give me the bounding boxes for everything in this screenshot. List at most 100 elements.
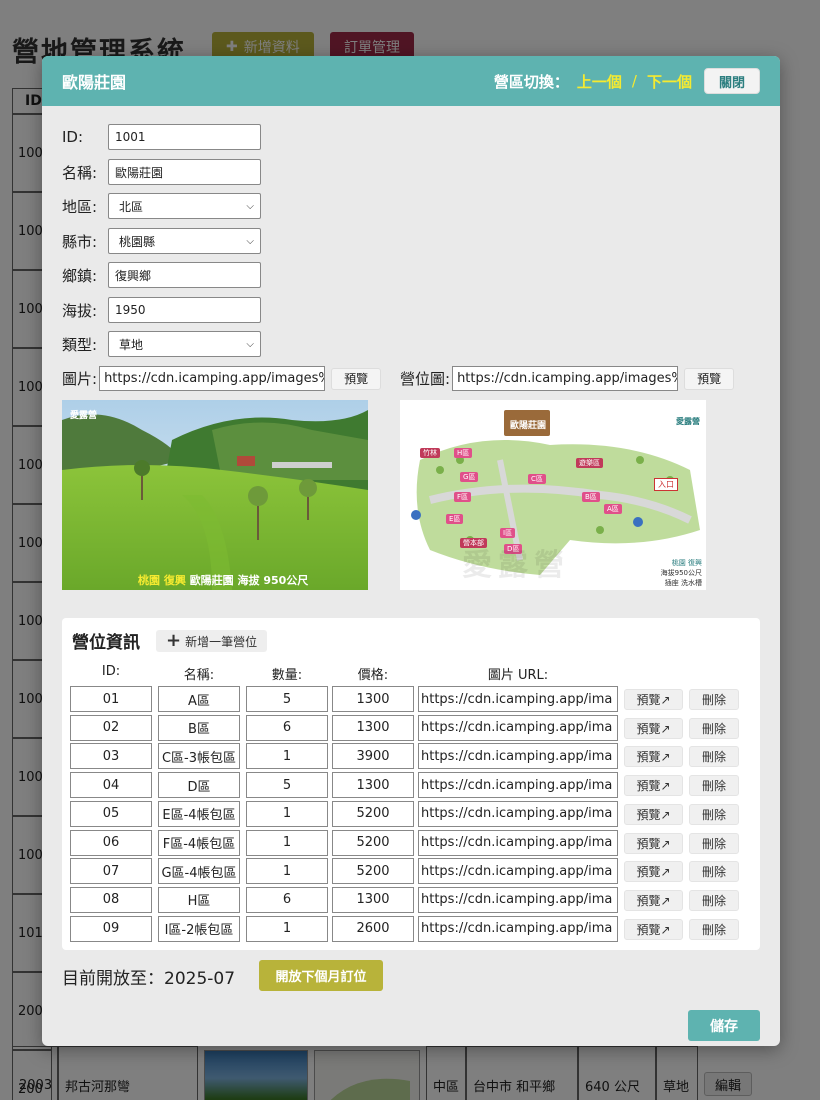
city-select[interactable]: 桃園縣 ⌵ <box>108 228 261 254</box>
camp-price-field[interactable]: 1300 <box>332 686 414 712</box>
camp-switch-label: 營區切換： <box>493 72 569 91</box>
camp-price-field[interactable]: 1300 <box>332 714 414 741</box>
region-label: 地區: <box>62 197 98 216</box>
col-header-price: 價格: <box>357 668 389 683</box>
map-zone-label: H區 <box>454 448 473 458</box>
prev-camp-link[interactable]: 上一個 <box>577 71 622 92</box>
camp-image-url-field[interactable]: https://cdn.icamping.app/ima <box>418 800 618 827</box>
camp-id-field[interactable]: 08 <box>70 886 152 913</box>
map-preview-button[interactable]: 預覽 <box>684 367 735 390</box>
camp-price-field[interactable]: 1300 <box>332 886 414 913</box>
city-label: 縣市: <box>62 232 98 251</box>
camp-name-field[interactable]: A區 <box>158 686 240 712</box>
camp-image-url-field[interactable]: https://cdn.icamping.app/ima <box>418 714 618 741</box>
type-row: 類型: 草地 ⌵ <box>62 331 261 357</box>
camp-image-url-field[interactable]: https://cdn.icamping.app/ima <box>418 858 618 885</box>
close-button[interactable]: 關閉 <box>703 68 760 94</box>
camp-delete-button[interactable]: 刪除 <box>689 832 739 854</box>
camp-delete-button[interactable]: 刪除 <box>689 775 739 797</box>
type-select[interactable]: 草地 ⌵ <box>108 331 261 357</box>
altitude-field[interactable]: 1950 <box>108 297 261 323</box>
camp-quantity-field[interactable]: 1 <box>246 743 328 770</box>
add-camp-site-button[interactable]: + 新增一筆營位 <box>156 630 268 652</box>
camp-delete-button[interactable]: 刪除 <box>689 717 739 739</box>
camp-preview-button[interactable]: 預覽↗ <box>624 717 683 739</box>
camp-delete-button[interactable]: 刪除 <box>689 689 739 710</box>
camp-id-field[interactable]: 09 <box>70 915 152 942</box>
camp-preview-button[interactable]: 預覽↗ <box>624 746 683 768</box>
camp-name-field[interactable]: G區-4帳包區 <box>158 858 240 885</box>
camp-id-field[interactable]: 05 <box>70 800 152 827</box>
photo-caption-town: 復興 <box>163 574 186 587</box>
col-header-image-url: 圖片 URL: <box>487 668 549 683</box>
town-field[interactable]: 復興鄉 <box>108 262 261 288</box>
camp-preview-button[interactable]: 預覽↗ <box>624 689 683 710</box>
camp-name-field[interactable]: I區-2帳包區 <box>158 915 240 942</box>
camp-quantity-field[interactable]: 6 <box>246 714 328 741</box>
camp-preview-button[interactable]: 預覽↗ <box>624 918 683 940</box>
camp-preview-button[interactable]: 預覽↗ <box>624 803 683 825</box>
map-zone-label: E區 <box>446 514 464 524</box>
camp-preview-button[interactable]: 預覽↗ <box>624 861 683 883</box>
camp-id-field[interactable]: 01 <box>70 686 152 712</box>
camp-image-url-field[interactable]: https://cdn.icamping.app/ima <box>418 772 618 799</box>
city-row: 縣市: 桃園縣 ⌵ <box>62 228 261 254</box>
map-area-label: 遊樂區 <box>576 458 603 468</box>
save-button[interactable]: 儲存 <box>688 1010 760 1041</box>
camp-name-field[interactable]: B區 <box>158 714 240 741</box>
camp-price-field[interactable]: 3900 <box>332 743 414 770</box>
camp-preview-button[interactable]: 預覽↗ <box>624 775 683 797</box>
camp-price-field[interactable]: 5200 <box>332 800 414 827</box>
id-field[interactable]: 1001 <box>108 124 261 150</box>
camp-name-field[interactable]: H區 <box>158 886 240 913</box>
camp-price-field[interactable]: 5200 <box>332 858 414 885</box>
camp-quantity-field[interactable]: 1 <box>246 800 328 827</box>
camp-name-field[interactable]: E區-4帳包區 <box>158 800 240 827</box>
modal-header: 歐陽莊園 營區切換： 上一個 / 下一個 關閉 <box>42 56 780 106</box>
camp-price-field[interactable]: 5200 <box>332 829 414 856</box>
open-next-month-button[interactable]: 開放下個月訂位 <box>259 960 383 991</box>
camp-quantity-field[interactable]: 5 <box>246 772 328 799</box>
camp-price-field[interactable]: 2600 <box>332 915 414 942</box>
camp-delete-button[interactable]: 刪除 <box>689 746 739 768</box>
image-url-row: 圖片: https://cdn.icamping.app/images% 預覽 <box>62 366 382 391</box>
camp-price-field[interactable]: 1300 <box>332 772 414 799</box>
camp-delete-button[interactable]: 刪除 <box>689 918 739 940</box>
map-info-location: 桃園 復興 <box>671 559 702 567</box>
camp-image-url-field[interactable]: https://cdn.icamping.app/ima <box>418 743 618 770</box>
camp-name-field[interactable]: C區-3帳包區 <box>158 743 240 770</box>
camp-name-field[interactable]: D區 <box>158 772 240 799</box>
map-url-field[interactable]: https://cdn.icamping.app/images% <box>452 366 679 391</box>
camp-preview-button[interactable]: 預覽↗ <box>624 889 683 911</box>
map-area-label: 竹林 <box>420 448 440 458</box>
image-url-field[interactable]: https://cdn.icamping.app/images% <box>99 366 326 391</box>
camp-quantity-field[interactable]: 1 <box>246 915 328 942</box>
camp-id-field[interactable]: 07 <box>70 858 152 885</box>
camp-delete-button[interactable]: 刪除 <box>689 889 739 911</box>
camp-quantity-field[interactable]: 6 <box>246 886 328 913</box>
photo-caption-text: 歐陽莊園 海拔 950公尺 <box>189 574 309 587</box>
camp-delete-button[interactable]: 刪除 <box>689 803 739 825</box>
image-preview-button[interactable]: 預覽 <box>331 367 382 390</box>
col-header-id: ID: <box>101 664 121 679</box>
id-label: ID: <box>62 128 84 146</box>
camp-image-url-field[interactable]: https://cdn.icamping.app/ima <box>418 686 618 712</box>
camp-id-field[interactable]: 03 <box>70 743 152 770</box>
camp-id-field[interactable]: 02 <box>70 714 152 741</box>
camp-delete-button[interactable]: 刪除 <box>689 861 739 883</box>
name-field[interactable]: 歐陽莊園 <box>108 159 261 185</box>
camp-quantity-field[interactable]: 5 <box>246 686 328 712</box>
camp-quantity-field[interactable]: 1 <box>246 858 328 885</box>
region-select[interactable]: 北區 ⌵ <box>108 193 261 219</box>
camp-preview-button[interactable]: 預覽↗ <box>624 832 683 854</box>
camp-image-url-field[interactable]: https://cdn.icamping.app/ima <box>418 829 618 856</box>
camp-id-field[interactable]: 04 <box>70 772 152 799</box>
camp-quantity-field[interactable]: 1 <box>246 829 328 856</box>
camp-image-url-field[interactable]: https://cdn.icamping.app/ima <box>418 915 618 942</box>
camp-image-url-field[interactable]: https://cdn.icamping.app/ima <box>418 886 618 913</box>
camp-name-field[interactable]: F區-4帳包區 <box>158 829 240 856</box>
map-legend: 插座 洗水槽 <box>661 578 702 588</box>
map-info: 桃園 復興 海拔950公尺 插座 洗水槽 <box>661 558 702 588</box>
next-camp-link[interactable]: 下一個 <box>647 71 692 92</box>
camp-id-field[interactable]: 06 <box>70 829 152 856</box>
